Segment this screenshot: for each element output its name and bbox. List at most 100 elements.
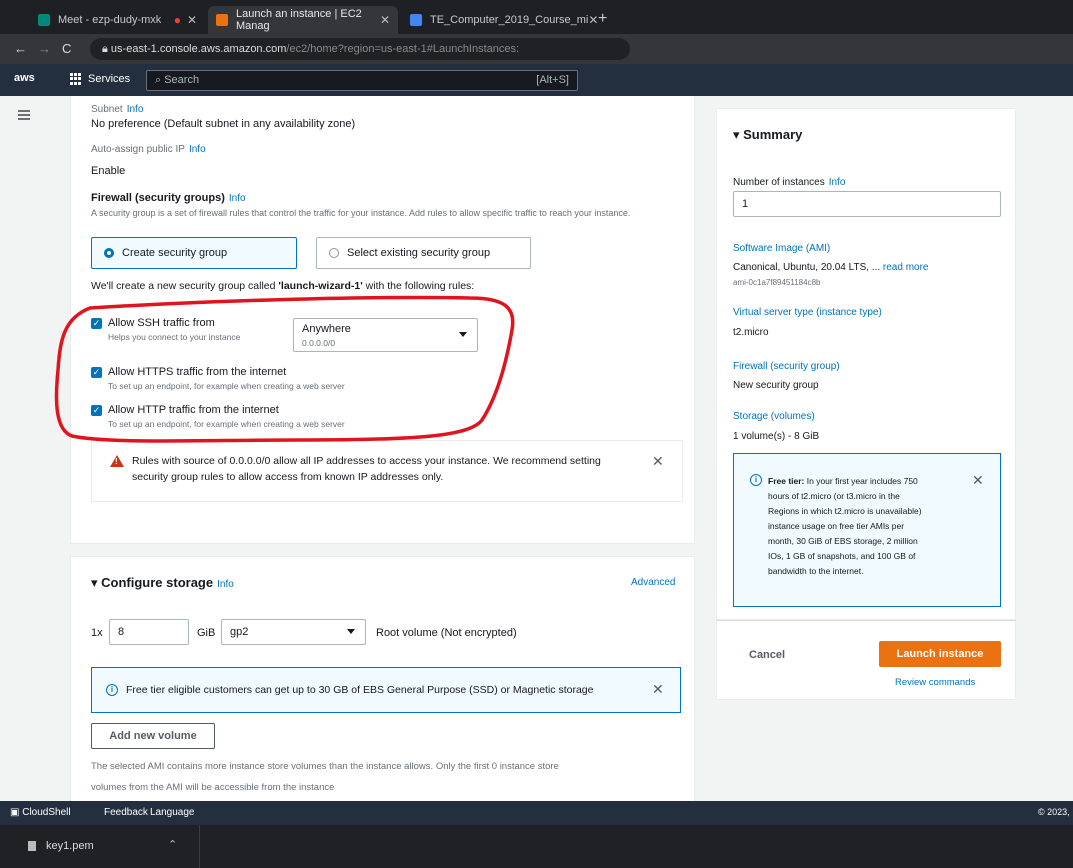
- summary-actions: Cancel Launch instance Review commands: [716, 620, 1016, 700]
- firewall-description: A security group is a set of firewall ru…: [91, 208, 631, 218]
- address-bar: ← → C 🔒︎ us-east-1.console.aws.amazon.co…: [0, 34, 1073, 64]
- select-existing-security-group-option[interactable]: Select existing security group: [316, 237, 531, 269]
- language-link[interactable]: Language: [150, 807, 195, 818]
- warning-icon: [110, 455, 124, 467]
- doc-favicon-icon: [410, 14, 422, 26]
- volume-unit: GiB: [197, 627, 216, 639]
- ssh-label: Allow SSH traffic from: [108, 317, 215, 329]
- root-volume-note: Root volume (Not encrypted): [376, 627, 517, 639]
- side-nav-menu-icon[interactable]: [18, 110, 30, 120]
- subnet-label: Subnet Info: [91, 104, 144, 115]
- tab-launch-instance[interactable]: Launch an instance | EC2 Manag ✕: [208, 6, 398, 34]
- firewall-value: New security group: [733, 380, 819, 391]
- volume-size-input[interactable]: 8: [109, 619, 189, 645]
- close-icon[interactable]: ✕: [652, 453, 664, 470]
- reload-icon[interactable]: C: [62, 41, 71, 56]
- storage-link[interactable]: Storage (volumes): [733, 411, 815, 422]
- launch-instance-button[interactable]: Launch instance: [879, 641, 1001, 667]
- open-access-warning: Rules with source of 0.0.0.0/0 allow all…: [91, 440, 683, 502]
- console-search-input[interactable]: ⌕ Search [Alt+S]: [146, 70, 578, 91]
- download-item[interactable]: key1.pem ⌃: [0, 825, 200, 868]
- info-icon: i: [106, 684, 118, 696]
- new-tab-icon[interactable]: +: [598, 10, 607, 28]
- file-icon: [28, 841, 36, 851]
- tab-meet[interactable]: Meet - ezp-dudy-mxk ● ✕: [30, 6, 205, 34]
- forward-icon[interactable]: →: [38, 41, 51, 56]
- lock-icon: 🔒︎: [102, 43, 111, 55]
- aws-favicon-icon: [216, 14, 228, 26]
- chevron-down-icon: [459, 332, 467, 337]
- close-tab-icon[interactable]: ✕: [380, 13, 390, 27]
- url-field[interactable]: 🔒︎ us-east-1.console.aws.amazon.com/ec2/…: [90, 38, 630, 60]
- firewall-link[interactable]: Firewall (security group): [733, 361, 840, 372]
- https-help: To set up an endpoint, for example when …: [108, 381, 345, 391]
- tab-course[interactable]: TE_Computer_2019_Course_mi ✕: [402, 6, 598, 34]
- volume-count: 1x: [91, 627, 103, 639]
- volume-type-select[interactable]: gp2: [221, 619, 366, 645]
- configure-storage-panel: ▾ Configure storage Info Advanced 1x 8 Gi…: [70, 556, 695, 801]
- review-commands-link[interactable]: Review commands: [895, 677, 975, 688]
- add-new-volume-button[interactable]: Add new volume: [91, 723, 215, 749]
- https-checkbox[interactable]: ✓: [91, 367, 102, 378]
- cloudshell-button[interactable]: ▣ CloudShell: [10, 807, 71, 818]
- free-tier-line: bandwidth to the internet.: [768, 566, 864, 576]
- ssh-checkbox[interactable]: ✓: [91, 318, 102, 329]
- ami-note-line2: volumes from the AMI will be accessible …: [91, 782, 335, 793]
- summary-title: ▾ Summary: [733, 127, 803, 142]
- free-tier-line: month, 30 GiB of EBS storage, 2 million: [768, 536, 918, 546]
- auto-assign-ip-label: Auto-assign public IP Info: [91, 144, 206, 155]
- free-tier-line: Regions in which t2.micro is unavailable…: [768, 506, 922, 516]
- search-icon: ⌕: [155, 74, 165, 86]
- instance-type-value: t2.micro: [733, 327, 769, 338]
- num-instances-input[interactable]: 1: [733, 191, 1001, 217]
- storage-value: 1 volume(s) - 8 GiB: [733, 431, 820, 442]
- free-tier-info-box: i Free tier: In your first year includes…: [733, 453, 1001, 607]
- ami-id: ami-0c1a7f89451184c8b: [733, 278, 821, 287]
- close-tab-icon[interactable]: ✕: [588, 13, 598, 27]
- meet-favicon-icon: [38, 14, 50, 26]
- storage-title: ▾ Configure storage Info: [91, 575, 234, 590]
- summary-panel: ▾ Summary Number of instances Info 1 Soft…: [716, 108, 1016, 620]
- advanced-link[interactable]: Advanced: [631, 577, 675, 588]
- http-checkbox[interactable]: ✓: [91, 405, 102, 416]
- back-icon[interactable]: ←: [14, 41, 27, 56]
- read-more-link[interactable]: read more: [883, 262, 929, 273]
- aws-console-header: aws Services ⌕ Search [Alt+S]: [0, 64, 1073, 96]
- free-tier-line: IOs, 1 GB of snapshots, and 100 GB of: [768, 551, 916, 561]
- chevron-down-icon: [347, 629, 355, 634]
- terminal-icon: ▣: [10, 807, 23, 818]
- software-image-link[interactable]: Software Image (AMI): [733, 243, 830, 254]
- auto-assign-ip-value: Enable: [91, 165, 126, 177]
- chevron-up-icon[interactable]: ⌃: [168, 838, 177, 851]
- close-icon[interactable]: ✕: [652, 681, 664, 698]
- ami-note-line1: The selected AMI contains more instance …: [91, 761, 559, 772]
- close-tab-icon[interactable]: ✕: [187, 13, 197, 27]
- grid-icon: [70, 73, 82, 85]
- feedback-link[interactable]: Feedback: [104, 807, 148, 818]
- radio-selected-icon: [104, 248, 114, 258]
- downloads-bar: key1.pem ⌃: [0, 825, 1073, 868]
- ssh-help: Helps you connect to your instance: [108, 332, 241, 342]
- instance-type-link[interactable]: Virtual server type (instance type): [733, 307, 882, 318]
- services-menu-button[interactable]: Services: [70, 73, 130, 85]
- close-icon[interactable]: ✕: [972, 472, 984, 489]
- firewall-label: Firewall (security groups) Info: [91, 192, 246, 204]
- create-security-group-option[interactable]: Create security group: [91, 237, 297, 269]
- subnet-value: No preference (Default subnet in any ava…: [91, 118, 356, 130]
- radio-unselected-icon: [329, 248, 339, 258]
- security-group-sentence: We'll create a new security group called…: [91, 280, 475, 292]
- console-footer: ▣ CloudShell Feedback Language © 2023,: [0, 801, 1073, 825]
- free-tier-line: instance usage on free tier AMIs per: [768, 521, 905, 531]
- recording-dot-icon: ●: [173, 13, 181, 27]
- ssh-source-select[interactable]: Anywhere 0.0.0.0/0: [293, 318, 478, 352]
- free-tier-title: Free tier:: [768, 476, 805, 486]
- free-tier-storage-info: i Free tier eligible customers can get u…: [91, 667, 681, 713]
- network-settings-panel: Subnet Info No preference (Default subnet…: [70, 96, 695, 544]
- free-tier-line: hours of t2.micro (or t3.micro in the: [768, 491, 900, 501]
- aws-logo[interactable]: aws: [14, 72, 35, 84]
- browser-tab-strip: Meet - ezp-dudy-mxk ● ✕ Launch an instan…: [0, 0, 1073, 34]
- num-instances-label: Number of instances Info: [733, 177, 846, 188]
- http-label: Allow HTTP traffic from the internet: [108, 404, 279, 416]
- cancel-button[interactable]: Cancel: [749, 649, 785, 661]
- copyright: © 2023,: [1038, 807, 1070, 817]
